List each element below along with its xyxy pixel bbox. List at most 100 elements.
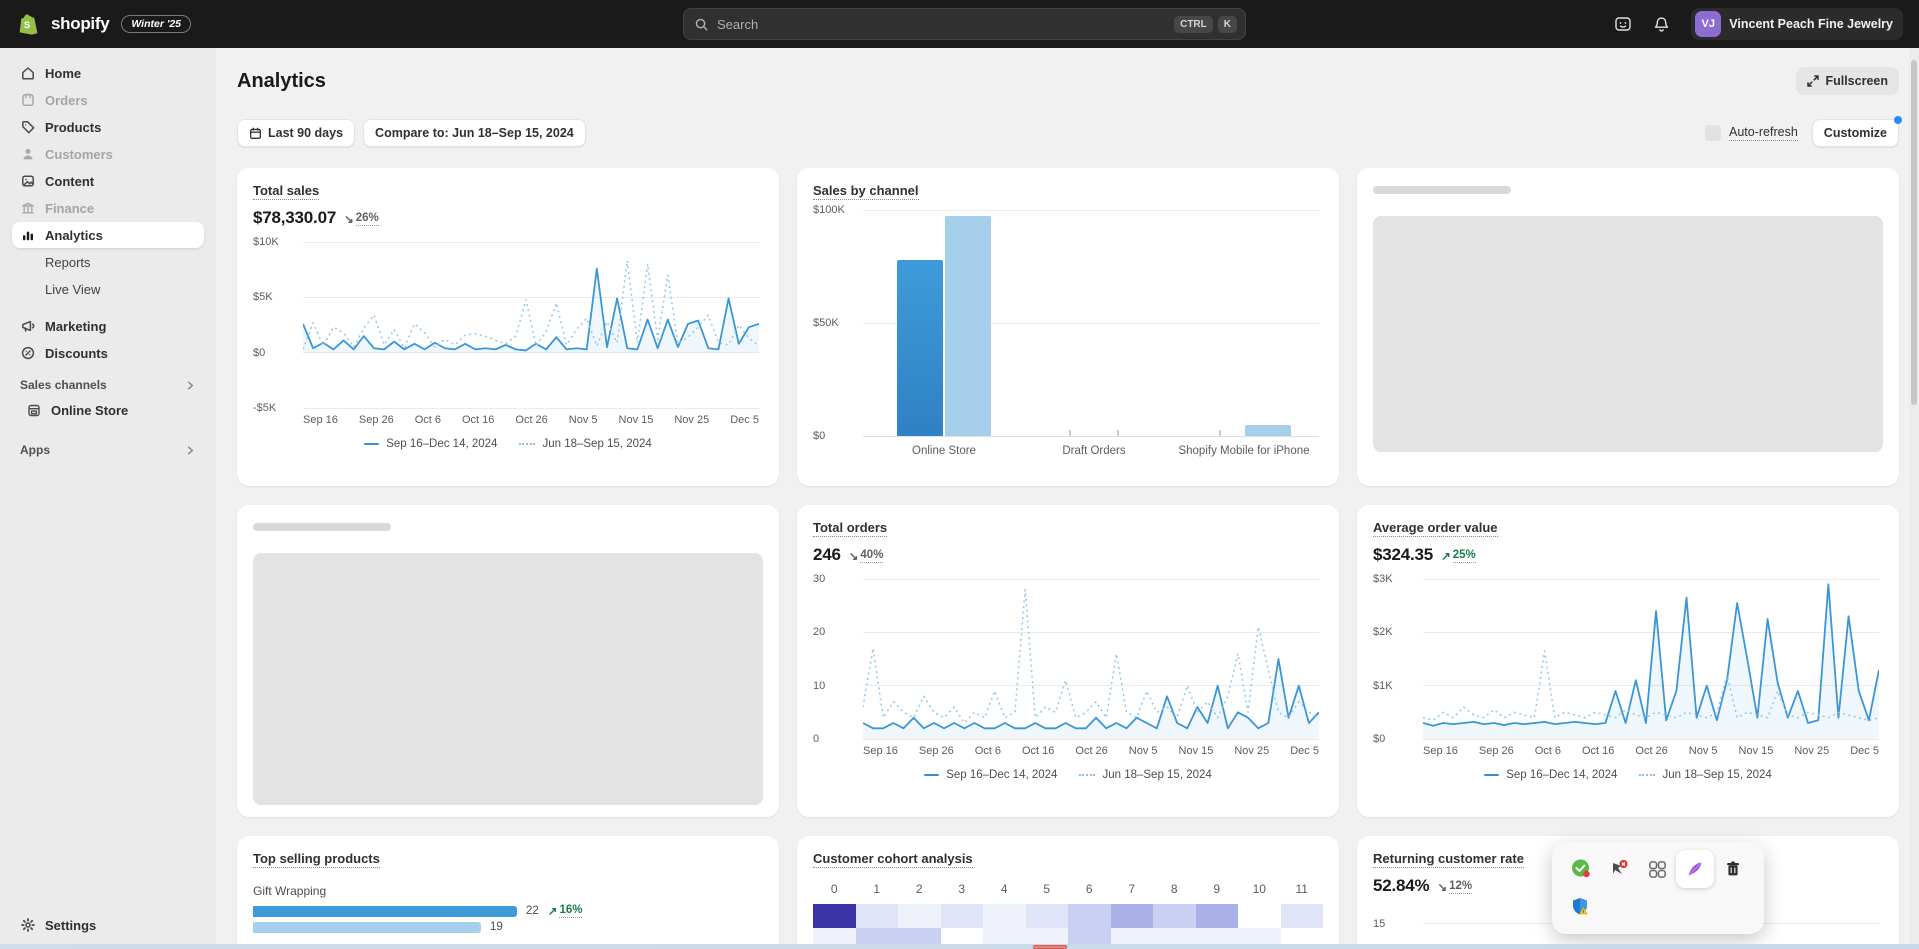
compare-button[interactable]: Compare to: Jun 18–Sep 15, 2024: [363, 119, 586, 147]
cohort-cell[interactable]: [941, 904, 984, 928]
trend-percent: 40%: [860, 549, 883, 563]
fullscreen-label: Fullscreen: [1825, 74, 1888, 88]
sidebar-item-reports[interactable]: Reports: [12, 249, 204, 275]
sidebar-item-live-view[interactable]: Live View: [12, 276, 204, 302]
adblock-extension-button[interactable]: [1562, 850, 1600, 888]
cohort-cell[interactable]: [1068, 904, 1111, 928]
search-input[interactable]: Search CTRL K: [683, 8, 1246, 40]
cohort-column-number: 3: [941, 882, 984, 896]
fullscreen-button[interactable]: Fullscreen: [1796, 67, 1899, 95]
chart-legend: Sep 16–Dec 14, 2024Jun 18–Sep 15, 2024: [813, 769, 1323, 781]
total-sales-chart[interactable]: $10K$5K$0-$5K: [253, 242, 763, 408]
card-title[interactable]: Top selling products: [253, 851, 380, 868]
card-title[interactable]: Customer cohort analysis: [813, 851, 973, 868]
cohort-column-number: 5: [1026, 882, 1069, 896]
total-orders-chart[interactable]: 3020100: [813, 579, 1323, 739]
x-axis-tick: Nov 25: [1794, 745, 1829, 757]
notifications-button[interactable]: [1645, 8, 1677, 40]
legend-item: Jun 18–Sep 15, 2024: [519, 438, 651, 450]
cohort-column-number: 0: [813, 882, 856, 896]
cohort-cell[interactable]: [898, 904, 941, 928]
cohort-column-number: 9: [1196, 882, 1239, 896]
bell-icon: [1652, 15, 1671, 34]
cohort-column-number: 2: [898, 882, 941, 896]
cohort-heatmap[interactable]: [813, 904, 1323, 949]
sales-channels-header[interactable]: Sales channels: [12, 373, 204, 397]
card-title[interactable]: Total orders: [813, 520, 887, 537]
person-icon: [20, 146, 36, 162]
feather-extension-button[interactable]: [1676, 850, 1714, 888]
customize-button[interactable]: Customize: [1812, 119, 1899, 147]
sales-by-channel-chart[interactable]: $100K$50K$0: [813, 210, 1323, 436]
cohort-cell[interactable]: [856, 904, 899, 928]
page-scrollbar[interactable]: [1909, 48, 1919, 949]
image-icon: [20, 173, 36, 189]
cohort-cell[interactable]: [983, 904, 1026, 928]
bar-category-label: Online Store: [869, 444, 1019, 460]
sales-by-channel-card: Sales by channel $100K$50K$0 Online Stor…: [797, 168, 1339, 486]
date-range-button[interactable]: Last 90 days: [237, 119, 355, 147]
bar[interactable]: [945, 216, 991, 436]
apps-header[interactable]: Apps: [12, 438, 204, 462]
sidebar-item-discounts[interactable]: Discounts: [12, 340, 204, 366]
sidebar-item-label: Marketing: [45, 319, 106, 334]
customer-cohort-card: Customer cohort analysis 01234567891011: [797, 836, 1339, 949]
sidebar-item-orders[interactable]: Orders: [12, 87, 204, 113]
date-range-label: Last 90 days: [268, 126, 343, 140]
cohort-cell[interactable]: [1281, 904, 1324, 928]
legend-item: Jun 18–Sep 15, 2024: [1639, 769, 1771, 781]
auto-refresh-toggle[interactable]: Auto-refresh: [1705, 125, 1798, 141]
x-axis-tick: Oct 16: [462, 414, 494, 426]
x-axis-tick: Oct 16: [1582, 745, 1614, 757]
card-title[interactable]: Sales by channel: [813, 183, 919, 200]
card-title[interactable]: Average order value: [1373, 520, 1498, 537]
auto-refresh-checkbox[interactable]: [1705, 125, 1721, 141]
svg-text:S: S: [24, 20, 30, 30]
y-axis-tick: $0: [253, 347, 295, 359]
cohort-cell[interactable]: [1196, 904, 1239, 928]
y-axis-tick: 10: [813, 680, 855, 692]
sidebar-item-settings[interactable]: Settings: [12, 912, 204, 938]
scrollbar-thumb[interactable]: [1911, 60, 1917, 405]
sidekick-icon: [1613, 14, 1633, 34]
dark-tool-extension-button[interactable]: [1714, 850, 1752, 888]
defender-extension-button[interactable]: !: [1562, 888, 1600, 926]
aov-value: $324.35: [1373, 545, 1433, 565]
cohort-cell[interactable]: [1111, 904, 1154, 928]
x-axis-tick: Sep 26: [359, 414, 394, 426]
cohort-cell[interactable]: [1153, 904, 1196, 928]
legend-item: Sep 16–Dec 14, 2024: [924, 769, 1057, 781]
cohort-cell[interactable]: [1026, 904, 1069, 928]
sidebar-item-finance[interactable]: Finance: [12, 195, 204, 221]
sidebar-item-products[interactable]: Products: [12, 114, 204, 140]
sidebar-item-content[interactable]: Content: [12, 168, 204, 194]
product-bar-current[interactable]: [253, 906, 517, 917]
x-axis-tick: Oct 6: [1535, 745, 1561, 757]
trend-arrow: ↘: [849, 549, 859, 563]
sidebar-item-marketing[interactable]: Marketing: [12, 313, 204, 339]
browser-extensions-popup: !: [1552, 842, 1764, 934]
shopify-logo[interactable]: S shopify: [16, 12, 109, 37]
sidebar-item-analytics[interactable]: Analytics: [12, 222, 204, 248]
sidebar-item-online-store[interactable]: Online Store: [12, 397, 204, 423]
sidebar-item-home[interactable]: Home: [12, 60, 204, 86]
card-title[interactable]: Returning customer rate: [1373, 851, 1524, 868]
x-axis-tick: Oct 26: [1075, 745, 1107, 757]
sidekick-button[interactable]: [1607, 8, 1639, 40]
blocked-extension-button[interactable]: [1600, 850, 1638, 888]
bar[interactable]: [1245, 425, 1291, 436]
section-label: Apps: [20, 443, 50, 457]
store-switcher[interactable]: VJ Vincent Peach Fine Jewelry: [1691, 8, 1903, 40]
product-bar-previous[interactable]: [253, 922, 481, 933]
cohort-cell[interactable]: [813, 904, 856, 928]
sidebar-item-label: Home: [45, 66, 81, 81]
bar[interactable]: [897, 260, 943, 436]
extensions-grid-button[interactable]: [1638, 850, 1676, 888]
sidebar-item-customers[interactable]: Customers: [12, 141, 204, 167]
card-title[interactable]: Total sales: [253, 183, 319, 200]
cohort-cell[interactable]: [1238, 904, 1281, 928]
y-axis-tick: $2K: [1373, 626, 1415, 638]
product-name: Gift Wrapping: [253, 884, 763, 898]
aov-chart[interactable]: $3K$2K$1K$0: [1373, 579, 1883, 739]
sidebar-item-label: Discounts: [45, 346, 108, 361]
